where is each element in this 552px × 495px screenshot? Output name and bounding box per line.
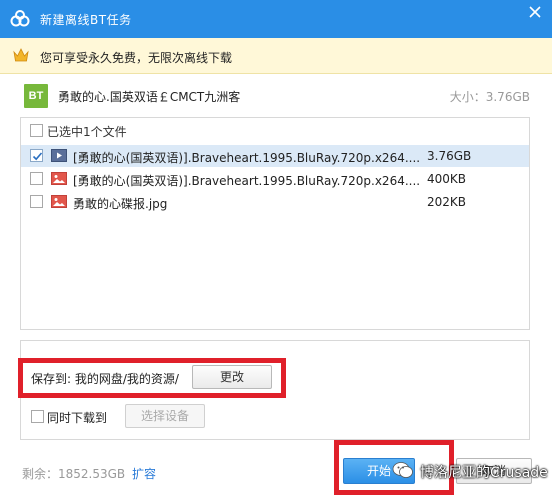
close-button[interactable] xyxy=(520,0,552,24)
file-size: 3.76GB xyxy=(427,149,472,163)
checkmark-icon xyxy=(32,152,43,161)
image-icon xyxy=(51,172,67,185)
file-size: 202KB xyxy=(427,195,467,209)
promo-banner: 您可享受永久免费，无限次离线下载 xyxy=(0,38,552,74)
file-checkbox[interactable] xyxy=(30,149,43,162)
select-all-label: 已选中1个文件 xyxy=(47,125,127,139)
file-checkbox[interactable] xyxy=(30,172,43,185)
video-icon xyxy=(51,149,67,162)
file-name: [勇敢的心(国英双语)].Braveheart.1995.BluRay.720p… xyxy=(73,151,421,165)
file-name: [勇敢的心(国英双语)].Braveheart.1995.BluRay.720p… xyxy=(73,174,421,188)
file-row[interactable]: [勇敢的心(国英双语)].Braveheart.1995.BluRay.720p… xyxy=(21,168,529,190)
file-row[interactable]: 勇敢的心碟报.jpg 202KB xyxy=(21,191,529,213)
close-icon xyxy=(529,6,541,18)
promo-text: 您可享受永久免费，无限次离线下载 xyxy=(40,51,233,65)
watermark-text: 博洛尼亚的Crusade xyxy=(420,465,548,481)
expand-storage-link[interactable]: 扩容 xyxy=(132,465,156,482)
watermark: 博洛尼亚的Crusade xyxy=(392,458,552,484)
simultaneous-download-checkbox[interactable] xyxy=(31,410,44,423)
select-all-checkbox[interactable] xyxy=(30,124,43,137)
select-device-button[interactable]: 选择设备 xyxy=(125,404,205,428)
task-name: 勇敢的心.国英双语￡CMCT九洲客 xyxy=(58,90,241,104)
simultaneous-download-label: 同时下载到 xyxy=(47,411,108,425)
window-title: 新建离线BT任务 xyxy=(40,13,132,27)
image-icon xyxy=(51,195,67,208)
file-checkbox[interactable] xyxy=(30,195,43,208)
file-name: 勇敢的心碟报.jpg xyxy=(73,197,168,211)
crown-icon xyxy=(13,48,29,62)
highlight-annotation xyxy=(18,358,286,398)
file-size: 400KB xyxy=(427,172,467,186)
title-bar: 新建离线BT任务 xyxy=(0,0,552,38)
wechat-icon xyxy=(392,462,413,478)
remaining-space: 剩余：1852.53GB xyxy=(22,467,126,481)
task-size: 大小：3.76GB xyxy=(449,90,530,104)
file-row[interactable]: [勇敢的心(国英双语)].Braveheart.1995.BluRay.720p… xyxy=(21,145,529,167)
cloud-icon xyxy=(10,10,30,27)
bt-file-icon: BT xyxy=(24,84,48,108)
